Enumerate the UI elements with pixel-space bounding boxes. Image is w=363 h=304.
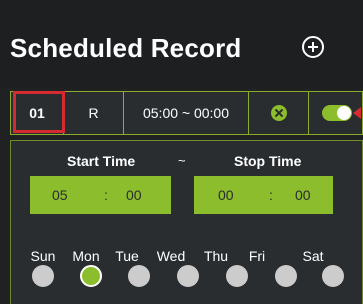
schedule-time-range[interactable]: 05:00 ~ 00:00	[124, 92, 249, 134]
day-label-sat: Sat	[302, 248, 324, 264]
stop-time-label: Stop Time	[234, 153, 302, 169]
start-hour-value[interactable]: 05	[52, 187, 68, 203]
day-toggle-tue[interactable]	[128, 265, 150, 287]
day-toggle-sat[interactable]	[322, 265, 344, 287]
header-bar: Scheduled Record	[0, 0, 363, 88]
stop-hour-value[interactable]: 00	[218, 187, 234, 203]
start-minute-value[interactable]: 00	[126, 187, 142, 203]
stop-colon: :	[269, 187, 273, 203]
day-label-tue: Tue	[115, 248, 139, 264]
stop-minute-value[interactable]: 00	[295, 187, 311, 203]
day-label-mon: Mon	[72, 248, 100, 264]
start-time-label: Start Time	[67, 153, 136, 169]
day-label-sun: Sun	[30, 248, 56, 264]
selection-highlight	[13, 91, 65, 133]
delete-schedule-button[interactable]	[249, 92, 309, 134]
plus-circle-icon[interactable]	[302, 36, 324, 58]
day-label-thu: Thu	[203, 248, 229, 264]
pointer-arrow-icon	[353, 107, 361, 119]
stop-time-field[interactable]: 00 : 00	[194, 176, 333, 214]
day-label-wed: Wed	[156, 248, 186, 264]
day-toggle-fri[interactable]	[275, 265, 297, 287]
start-time-field[interactable]: 05 : 00	[30, 176, 171, 214]
enable-toggle[interactable]	[321, 105, 352, 121]
day-toggle-wed[interactable]	[177, 265, 199, 287]
day-toggle-sun[interactable]	[32, 265, 54, 287]
day-toggle-thu[interactable]	[226, 265, 248, 287]
close-circle-icon[interactable]	[270, 105, 287, 121]
day-toggle-mon[interactable]	[80, 265, 102, 287]
day-label-fri: Fri	[248, 248, 266, 264]
schedule-row[interactable]: 01 R 05:00 ~ 00:00	[10, 91, 363, 135]
schedule-mode[interactable]: R	[64, 92, 124, 134]
toggle-knob	[336, 106, 351, 120]
time-separator: ~	[178, 153, 186, 168]
page-title: Scheduled Record	[10, 33, 242, 63]
start-colon: :	[104, 187, 108, 203]
schedule-id[interactable]: 01	[11, 91, 65, 134]
